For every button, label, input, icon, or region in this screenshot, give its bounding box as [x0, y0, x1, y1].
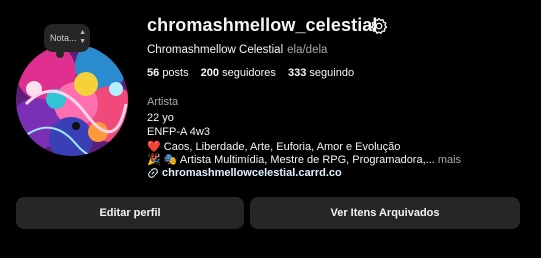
- edit-profile-button[interactable]: Editar perfil: [16, 197, 244, 229]
- profile-category: Artista: [147, 96, 179, 108]
- username: chromashmellow_celestial: [147, 15, 378, 35]
- pronouns: ela/dela: [287, 44, 328, 56]
- profile-stats: 56 posts 200 seguidores 333 seguindo: [147, 67, 363, 79]
- bio-line: 22 yo: [147, 112, 174, 124]
- more-link[interactable]: mais: [438, 154, 461, 166]
- note-bubble[interactable]: Nota... ▲ ▼: [44, 24, 90, 58]
- chevron-updown-icon: ▲ ▼: [79, 29, 86, 45]
- bio-line: 🎉 🎭 Artista Multimídia, Mestre de RPG, P…: [147, 153, 461, 166]
- stat-followers[interactable]: 200 seguidores: [201, 67, 276, 79]
- gear-icon[interactable]: [370, 17, 388, 35]
- external-link-text: chromashmellowcelestial.carrd.co: [162, 167, 342, 179]
- avatar-image: [16, 44, 128, 156]
- link-icon: [148, 168, 158, 178]
- view-archived-button[interactable]: Ver Itens Arquivados: [250, 197, 520, 229]
- external-link[interactable]: chromashmellowcelestial.carrd.co: [147, 167, 342, 179]
- bio-line: ❤️ Caos, Liberdade, Arte, Euforia, Amor …: [147, 141, 401, 153]
- note-tail: [56, 50, 64, 58]
- bio-line: ENFP-A 4w3: [147, 126, 210, 138]
- stat-following[interactable]: 333 seguindo: [288, 67, 354, 79]
- stat-posts: 56 posts: [147, 67, 189, 79]
- view-archived-label: Ver Itens Arquivados: [330, 207, 440, 219]
- profile-avatar[interactable]: [16, 44, 128, 156]
- edit-profile-label: Editar perfil: [99, 207, 161, 219]
- full-name: Chromashmellow Celestial: [147, 44, 284, 56]
- note-label: Nota...: [50, 33, 77, 43]
- bio-line-text: 🎉 🎭 Artista Multimídia, Mestre de RPG, P…: [147, 154, 435, 166]
- full-name-row: Chromashmellow Celestial ela/dela: [147, 44, 327, 56]
